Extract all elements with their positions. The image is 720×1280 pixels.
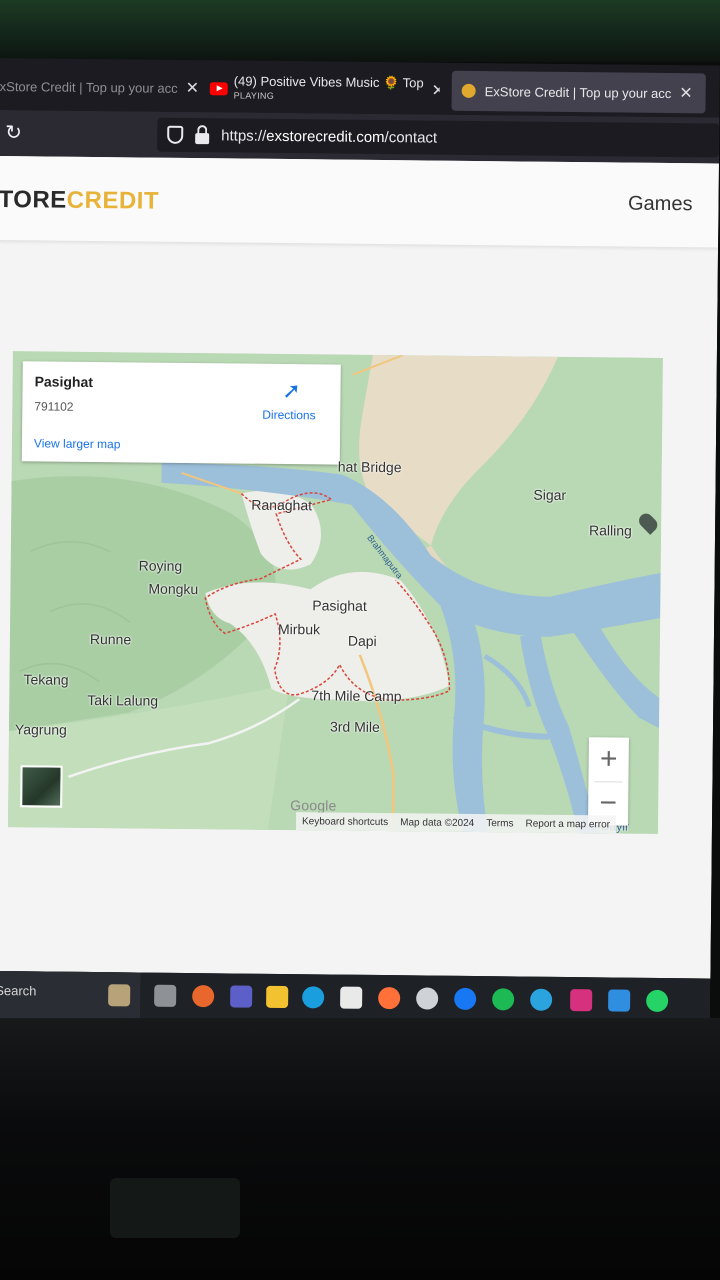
place-label-tekang[interactable]: Tekang [23, 671, 68, 687]
facebook-icon[interactable] [454, 987, 477, 1011]
url-path: /contact [384, 128, 438, 147]
satellite-toggle-thumbnail[interactable] [20, 765, 63, 808]
task-view-icon[interactable] [154, 984, 177, 1007]
place-label-bridge[interactable]: hat Bridge [338, 459, 402, 476]
telegram-icon[interactable] [530, 988, 553, 1011]
url-prefix: https:// [221, 126, 267, 145]
edge-icon[interactable] [302, 986, 325, 1009]
place-label-taki-lalung[interactable]: Taki Lalung [87, 692, 158, 709]
store-icon[interactable] [340, 986, 363, 1009]
google-logo: Google [290, 797, 337, 814]
reload-icon[interactable]: ↻ [5, 122, 27, 144]
whatsapp-icon[interactable] [646, 989, 669, 1013]
spotify-icon[interactable] [492, 988, 515, 1011]
site-logo[interactable]: TORECREDIT [0, 186, 159, 216]
report-map-error-link[interactable]: Report a map error [519, 818, 616, 830]
instagram-icon[interactable] [570, 989, 593, 1012]
place-label-pasighat[interactable]: Pasighat [312, 597, 367, 614]
firefox-badge-icon[interactable] [192, 985, 215, 1008]
monitor-bezel [0, 0, 720, 62]
web-page: TORECREDIT Games Pasighat 791102 View la… [0, 155, 719, 979]
site-header: TORECREDIT Games [0, 155, 719, 248]
place-label-7th-mile-camp[interactable]: 7th Mile Camp [311, 687, 401, 704]
place-label-3rd-mile[interactable]: 3rd Mile [330, 718, 380, 735]
view-larger-map-link[interactable]: View larger map [34, 436, 121, 451]
google-map[interactable]: Pasighat 791102 View larger map ➚ Direct… [7, 351, 663, 834]
tab-label: ExStore Credit | Top up your acc [484, 83, 672, 101]
map-data-text: Map data ©2024 [400, 816, 475, 829]
place-label-ranaghat[interactable]: Ranaghat [251, 497, 312, 514]
chrome-icon[interactable] [416, 987, 439, 1010]
close-icon[interactable]: ✕ [431, 81, 439, 101]
tab-playing-label: PLAYING [233, 90, 275, 101]
tab-youtube[interactable]: (49) Positive Vibes Music 🌻 Top PLAYING … [209, 68, 440, 110]
directions-icon[interactable]: ➚ [280, 378, 302, 403]
shield-icon[interactable] [167, 125, 184, 144]
file-explorer-icon[interactable] [266, 985, 289, 1009]
map-info-card: Pasighat 791102 View larger map ➚ Direct… [21, 361, 341, 465]
place-label-dapi[interactable]: Dapi [348, 633, 377, 649]
close-icon[interactable]: ✕ [186, 78, 200, 98]
logo-part2: CREDIT [66, 186, 160, 215]
url-host: exstorecredit.com [266, 127, 385, 146]
nav-bar: ↻ https://exstorecredit.com/contact [0, 109, 720, 164]
place-postcode: 791102 [34, 399, 74, 414]
widget-icon[interactable] [108, 984, 131, 1007]
place-label-roying[interactable]: Roying [139, 557, 183, 573]
zoom-in-button[interactable]: + [588, 737, 628, 781]
url-bar[interactable]: https://exstorecredit.com/contact [157, 117, 720, 158]
desk-object [110, 1178, 240, 1238]
nav-games-link[interactable]: Games [628, 193, 693, 217]
vscode-icon[interactable] [608, 989, 631, 1012]
close-icon[interactable]: ✕ [679, 83, 693, 103]
tab-exstore-active[interactable]: ExStore Credit | Top up your acc ✕ [451, 70, 706, 114]
firefox-icon[interactable] [378, 987, 401, 1010]
directions-link[interactable]: Directions [262, 408, 316, 423]
place-title: Pasighat [34, 373, 94, 390]
place-label-mirbuk[interactable]: Mirbuk [278, 621, 320, 637]
youtube-icon [209, 81, 228, 95]
map-attribution: Keyboard shortcuts Map data ©2024 Terms … [295, 812, 617, 834]
place-label-ralling[interactable]: Ralling [589, 522, 632, 538]
lock-icon[interactable] [195, 132, 210, 144]
favicon-icon [461, 83, 476, 98]
tab-exstore-1[interactable]: xStore Credit | Top up your acc ✕ [0, 66, 200, 108]
tab-bar: xStore Credit | Top up your acc ✕ (49) P… [0, 58, 720, 118]
place-label-yagrung[interactable]: Yagrung [15, 721, 67, 738]
tab-label: xStore Credit | Top up your acc [0, 78, 178, 96]
url-text: https://exstorecredit.com/contact [221, 127, 437, 146]
place-label-mongku[interactable]: Mongku [148, 581, 198, 598]
place-label-sigar[interactable]: Sigar [533, 487, 566, 503]
keyboard-shortcuts-link[interactable]: Keyboard shortcuts [296, 816, 394, 828]
screen: xStore Credit | Top up your acc ✕ (49) P… [0, 58, 720, 1026]
zoom-control: + − [587, 737, 629, 826]
desk-area [0, 1018, 720, 1280]
place-label-runne[interactable]: Runne [90, 631, 131, 647]
terms-link[interactable]: Terms [480, 818, 519, 829]
teams-icon[interactable] [230, 985, 253, 1008]
logo-part1: TORE [0, 185, 67, 214]
